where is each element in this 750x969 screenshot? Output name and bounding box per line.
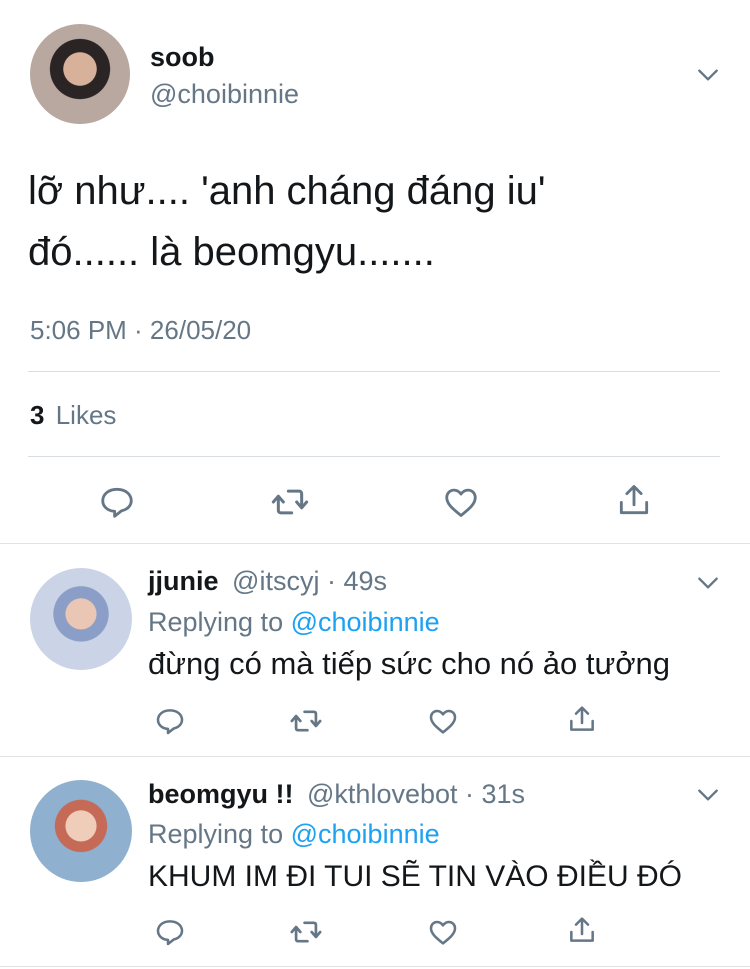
replying-to-handle[interactable]: @choibinnie xyxy=(291,607,440,637)
separator-dot: · xyxy=(457,779,482,809)
share-icon xyxy=(570,706,594,731)
replying-to-handle[interactable]: @choibinnie xyxy=(291,819,440,849)
retweet-icon xyxy=(290,921,322,943)
chevron-down-icon[interactable] xyxy=(695,62,721,88)
chevron-down-icon[interactable] xyxy=(695,570,721,596)
divider xyxy=(28,456,720,457)
reply-time[interactable]: 49s xyxy=(343,566,387,596)
share-button[interactable] xyxy=(614,480,654,520)
share-icon xyxy=(570,917,594,942)
replying-to-label: Replying to xyxy=(148,607,284,637)
likes-count: 3 xyxy=(30,400,45,430)
tweet-text-line-2: đó...... là beomgyu....... xyxy=(28,230,435,274)
reply-icon xyxy=(156,709,184,735)
reply-header: beomgyu !! @kthlovebot · 31s xyxy=(148,779,525,810)
retweet-button[interactable] xyxy=(287,914,325,950)
retweet-icon xyxy=(271,489,309,515)
reply-button[interactable] xyxy=(152,914,188,950)
reply-button[interactable] xyxy=(97,482,137,522)
display-name[interactable]: jjunie xyxy=(148,566,219,596)
tweet-text-line-1: lỡ như.... 'anh cháng đáng iu' xyxy=(28,169,546,213)
divider xyxy=(28,371,720,372)
reply-icon xyxy=(101,487,133,518)
timestamp[interactable]: 5:06 PM · 26/05/20 xyxy=(30,315,251,346)
like-button[interactable] xyxy=(441,482,481,522)
replying-to-label: Replying to xyxy=(148,819,284,849)
reply-time[interactable]: 31s xyxy=(482,779,526,809)
handle[interactable]: @choibinnie xyxy=(150,79,299,110)
avatar[interactable] xyxy=(30,780,132,882)
display-name[interactable]: soob xyxy=(150,42,215,73)
reply-text: KHUM IM ĐI TUI SẼ TIN VÀO ĐIỀU ĐÓ xyxy=(148,860,682,893)
chevron-down-icon[interactable] xyxy=(695,782,721,808)
divider xyxy=(0,966,750,967)
reply-button[interactable] xyxy=(152,703,188,739)
separator-dot: · xyxy=(319,566,344,596)
reply-text: đừng có mà tiếp sức cho nó ảo tưởng xyxy=(148,646,671,681)
avatar[interactable] xyxy=(30,568,132,670)
retweet-icon xyxy=(290,710,322,732)
share-icon xyxy=(619,485,649,515)
replying-to: Replying to @choibinnie xyxy=(148,607,440,638)
handle[interactable]: @kthlovebot xyxy=(307,779,458,809)
likes-stat[interactable]: 3 Likes xyxy=(30,400,116,431)
replying-to: Replying to @choibinnie xyxy=(148,819,440,850)
retweet-button[interactable] xyxy=(287,703,325,739)
like-icon xyxy=(429,709,457,734)
share-button[interactable] xyxy=(564,701,600,737)
display-name[interactable]: beomgyu !! xyxy=(148,779,294,809)
divider xyxy=(0,543,750,544)
share-button[interactable] xyxy=(564,912,600,948)
reply-icon xyxy=(156,920,184,946)
like-button[interactable] xyxy=(425,703,461,739)
likes-label: Likes xyxy=(55,400,117,430)
reply-header: jjunie @itscyj · 49s xyxy=(148,566,387,597)
avatar[interactable] xyxy=(30,24,130,124)
handle[interactable]: @itscyj xyxy=(232,566,319,596)
divider xyxy=(0,756,750,757)
like-button[interactable] xyxy=(425,914,461,950)
like-icon xyxy=(445,488,477,517)
like-icon xyxy=(429,920,457,945)
retweet-button[interactable] xyxy=(268,482,312,522)
